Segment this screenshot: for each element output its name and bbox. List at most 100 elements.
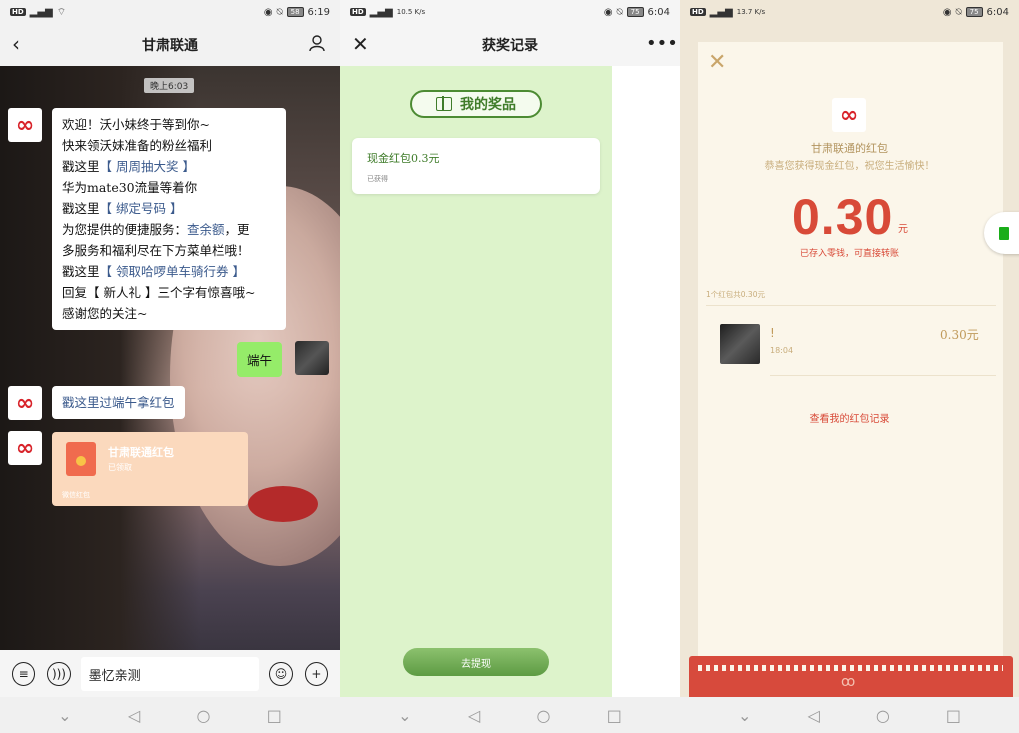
msg-line: 戳这里【 周周抽大奖 】 xyxy=(62,156,276,177)
prize-name: 现金红包0.3元 xyxy=(367,152,440,165)
more-icon[interactable]: ••• xyxy=(646,34,678,56)
battery-icon: 75 xyxy=(965,7,983,17)
wechat-pay-icon: ꝏ xyxy=(841,674,856,690)
divider xyxy=(706,305,996,306)
nav-recent-icon[interactable]: □ xyxy=(607,706,622,725)
net-speed: 13.7 K/s xyxy=(736,7,766,16)
receiver-amount: 0.30元 xyxy=(940,328,979,342)
records-link[interactable]: 查看我的红包记录 xyxy=(680,410,1019,425)
message-input[interactable]: 墨忆亲测 xyxy=(80,656,260,691)
packet-count: 1个红包共0.30元 xyxy=(706,290,765,299)
nav-down-icon[interactable]: ⌄ xyxy=(738,706,751,725)
background-lips xyxy=(248,486,318,522)
balance-link[interactable]: 查余额 xyxy=(187,222,225,237)
withdraw-button[interactable]: 去提现 xyxy=(403,648,549,676)
unicom-avatar[interactable]: ∞ xyxy=(8,431,42,465)
prize-page-title: 获奖记录 xyxy=(482,38,538,54)
status-bar: HD ▂▄▆ ⌔ ◉ ⍉ 58 6:19 xyxy=(0,0,340,24)
net-speed: 10.5 K/s xyxy=(396,7,426,16)
prize-content: 我的奖品 现金红包0.3元 已获得 去提现 xyxy=(340,66,612,698)
signal-icon: ▂▄▆ xyxy=(709,6,733,18)
user-message: 端午 xyxy=(237,342,283,377)
close-icon[interactable]: ✕ xyxy=(352,34,374,56)
nav-home-icon[interactable]: ○ xyxy=(876,706,890,725)
msg-line: 多服务和福利尽在下方菜单栏哦！ xyxy=(62,243,250,258)
divider xyxy=(770,375,996,376)
hd-indicator: HD xyxy=(10,8,26,16)
nav-recent-icon[interactable]: □ xyxy=(267,706,282,725)
unicom-avatar[interactable]: ∞ xyxy=(8,386,42,420)
msg-text: 戳这里 xyxy=(62,201,100,216)
prize-records-screen: HD ▂▄▆ 10.5 K/s ◉ ⍉ 75 6:04 ✕ 获奖记录 ••• 我… xyxy=(340,0,680,733)
receiver-name: ! xyxy=(770,326,775,340)
menu-icon[interactable]: ≡ xyxy=(12,661,36,686)
stored-note[interactable]: 已存入零钱，可直接转账 xyxy=(680,246,1019,259)
chat-header: ‹ 甘肃联通 xyxy=(0,24,340,66)
msg-line: 戳这里【 领取哈啰单车骑行券 】 xyxy=(62,261,276,282)
user-avatar[interactable] xyxy=(295,341,329,375)
unicom-logo: ∞ xyxy=(832,98,866,132)
plus-icon[interactable]: + xyxy=(304,661,328,686)
red-packet-wish: 恭喜您获得现金红包，祝您生活愉快！ xyxy=(764,161,935,172)
hd-indicator: HD xyxy=(350,8,366,16)
system-nav: ⌄ ◁ ○ □ xyxy=(680,697,1019,733)
prize-header: ✕ 获奖记录 ••• xyxy=(340,24,680,66)
msg-line: 欢迎！沃小妹终于等到你~ xyxy=(62,117,210,132)
red-packet-footer: 微信红包 xyxy=(62,491,90,499)
side-floating-tab[interactable] xyxy=(984,212,1019,254)
card-bottom: ꝏ xyxy=(689,656,1013,698)
unicom-avatar[interactable]: ∞ xyxy=(8,108,42,142)
my-prizes-heading: 我的奖品 xyxy=(410,90,542,118)
gift-icon xyxy=(436,96,452,111)
back-icon[interactable]: ‹ xyxy=(12,34,34,56)
amount-unit: 元 xyxy=(898,224,908,235)
mute-icon: ⍉ xyxy=(276,6,283,18)
my-prizes-label: 我的奖品 xyxy=(460,97,516,113)
emoji-icon[interactable]: ☺ xyxy=(269,661,293,686)
wifi-icon: ⌔ xyxy=(56,6,67,18)
clock: 6:04 xyxy=(647,6,670,18)
bind-number-link[interactable]: 【 绑定号码 】 xyxy=(100,201,183,216)
chat-screen: HD ▂▄▆ ⌔ ◉ ⍉ 58 6:19 ‹ 甘肃联通 晚上6:03 ∞ 欢迎！… xyxy=(0,0,340,733)
msg-line: 戳这里【 绑定号码 】 xyxy=(62,198,276,219)
voice-icon[interactable]: ))) xyxy=(47,661,71,686)
eye-icon: ◉ xyxy=(263,6,273,18)
signal-icon: ▂▄▆ xyxy=(369,6,393,18)
battery-icon: 58 xyxy=(286,7,304,17)
zigzag-edge xyxy=(698,665,1003,671)
dragon-boat-link[interactable]: 戳这里过端午拿红包 xyxy=(52,386,185,419)
red-packet-icon xyxy=(66,442,96,476)
bike-coupon-link[interactable]: 【 领取哈啰单车骑行券 】 xyxy=(100,264,245,279)
red-packet-card[interactable]: 甘肃联通红包 已领取 微信红包 xyxy=(52,432,248,506)
system-nav: ⌄ ◁ ○ □ xyxy=(0,697,340,733)
receiver-avatar xyxy=(720,324,760,364)
eye-icon: ◉ xyxy=(603,6,613,18)
msg-text: 戳这里 xyxy=(62,159,100,174)
profile-icon[interactable] xyxy=(306,34,328,56)
msg-text: 为您提供的便捷服务： xyxy=(62,222,188,237)
nav-home-icon[interactable]: ○ xyxy=(536,706,550,725)
msg-line: 快来领沃妹准备的粉丝福利 xyxy=(62,138,213,153)
msg-text: 戳这里 xyxy=(62,264,100,279)
blank-area xyxy=(612,66,680,698)
nav-back-icon[interactable]: ◁ xyxy=(468,706,480,725)
lottery-link[interactable]: 【 周周抽大奖 】 xyxy=(100,159,195,174)
signal-icon: ▂▄▆ xyxy=(29,6,53,18)
chat-title: 甘肃联通 xyxy=(142,38,198,54)
prize-item[interactable]: 现金红包0.3元 已获得 xyxy=(352,138,600,194)
msg-line: 华为mate30流量等着你 xyxy=(62,180,198,195)
prize-status: 已获得 xyxy=(367,175,388,183)
nav-back-icon[interactable]: ◁ xyxy=(807,706,819,725)
mute-icon: ⍉ xyxy=(616,6,623,18)
nav-back-icon[interactable]: ◁ xyxy=(128,706,140,725)
eye-icon: ◉ xyxy=(942,6,952,18)
nav-down-icon[interactable]: ⌄ xyxy=(58,706,71,725)
battery-icon: 75 xyxy=(626,7,644,17)
red-packet-sender: 甘肃联通的红包 xyxy=(811,142,888,155)
nav-home-icon[interactable]: ○ xyxy=(196,706,210,725)
red-packet-status: 已领取 xyxy=(108,463,132,472)
close-icon[interactable]: ✕ xyxy=(708,50,726,75)
nav-recent-icon[interactable]: □ xyxy=(946,706,961,725)
nav-down-icon[interactable]: ⌄ xyxy=(398,706,411,725)
status-bar: HD ▂▄▆ 10.5 K/s ◉ ⍉ 75 6:04 xyxy=(340,0,680,24)
